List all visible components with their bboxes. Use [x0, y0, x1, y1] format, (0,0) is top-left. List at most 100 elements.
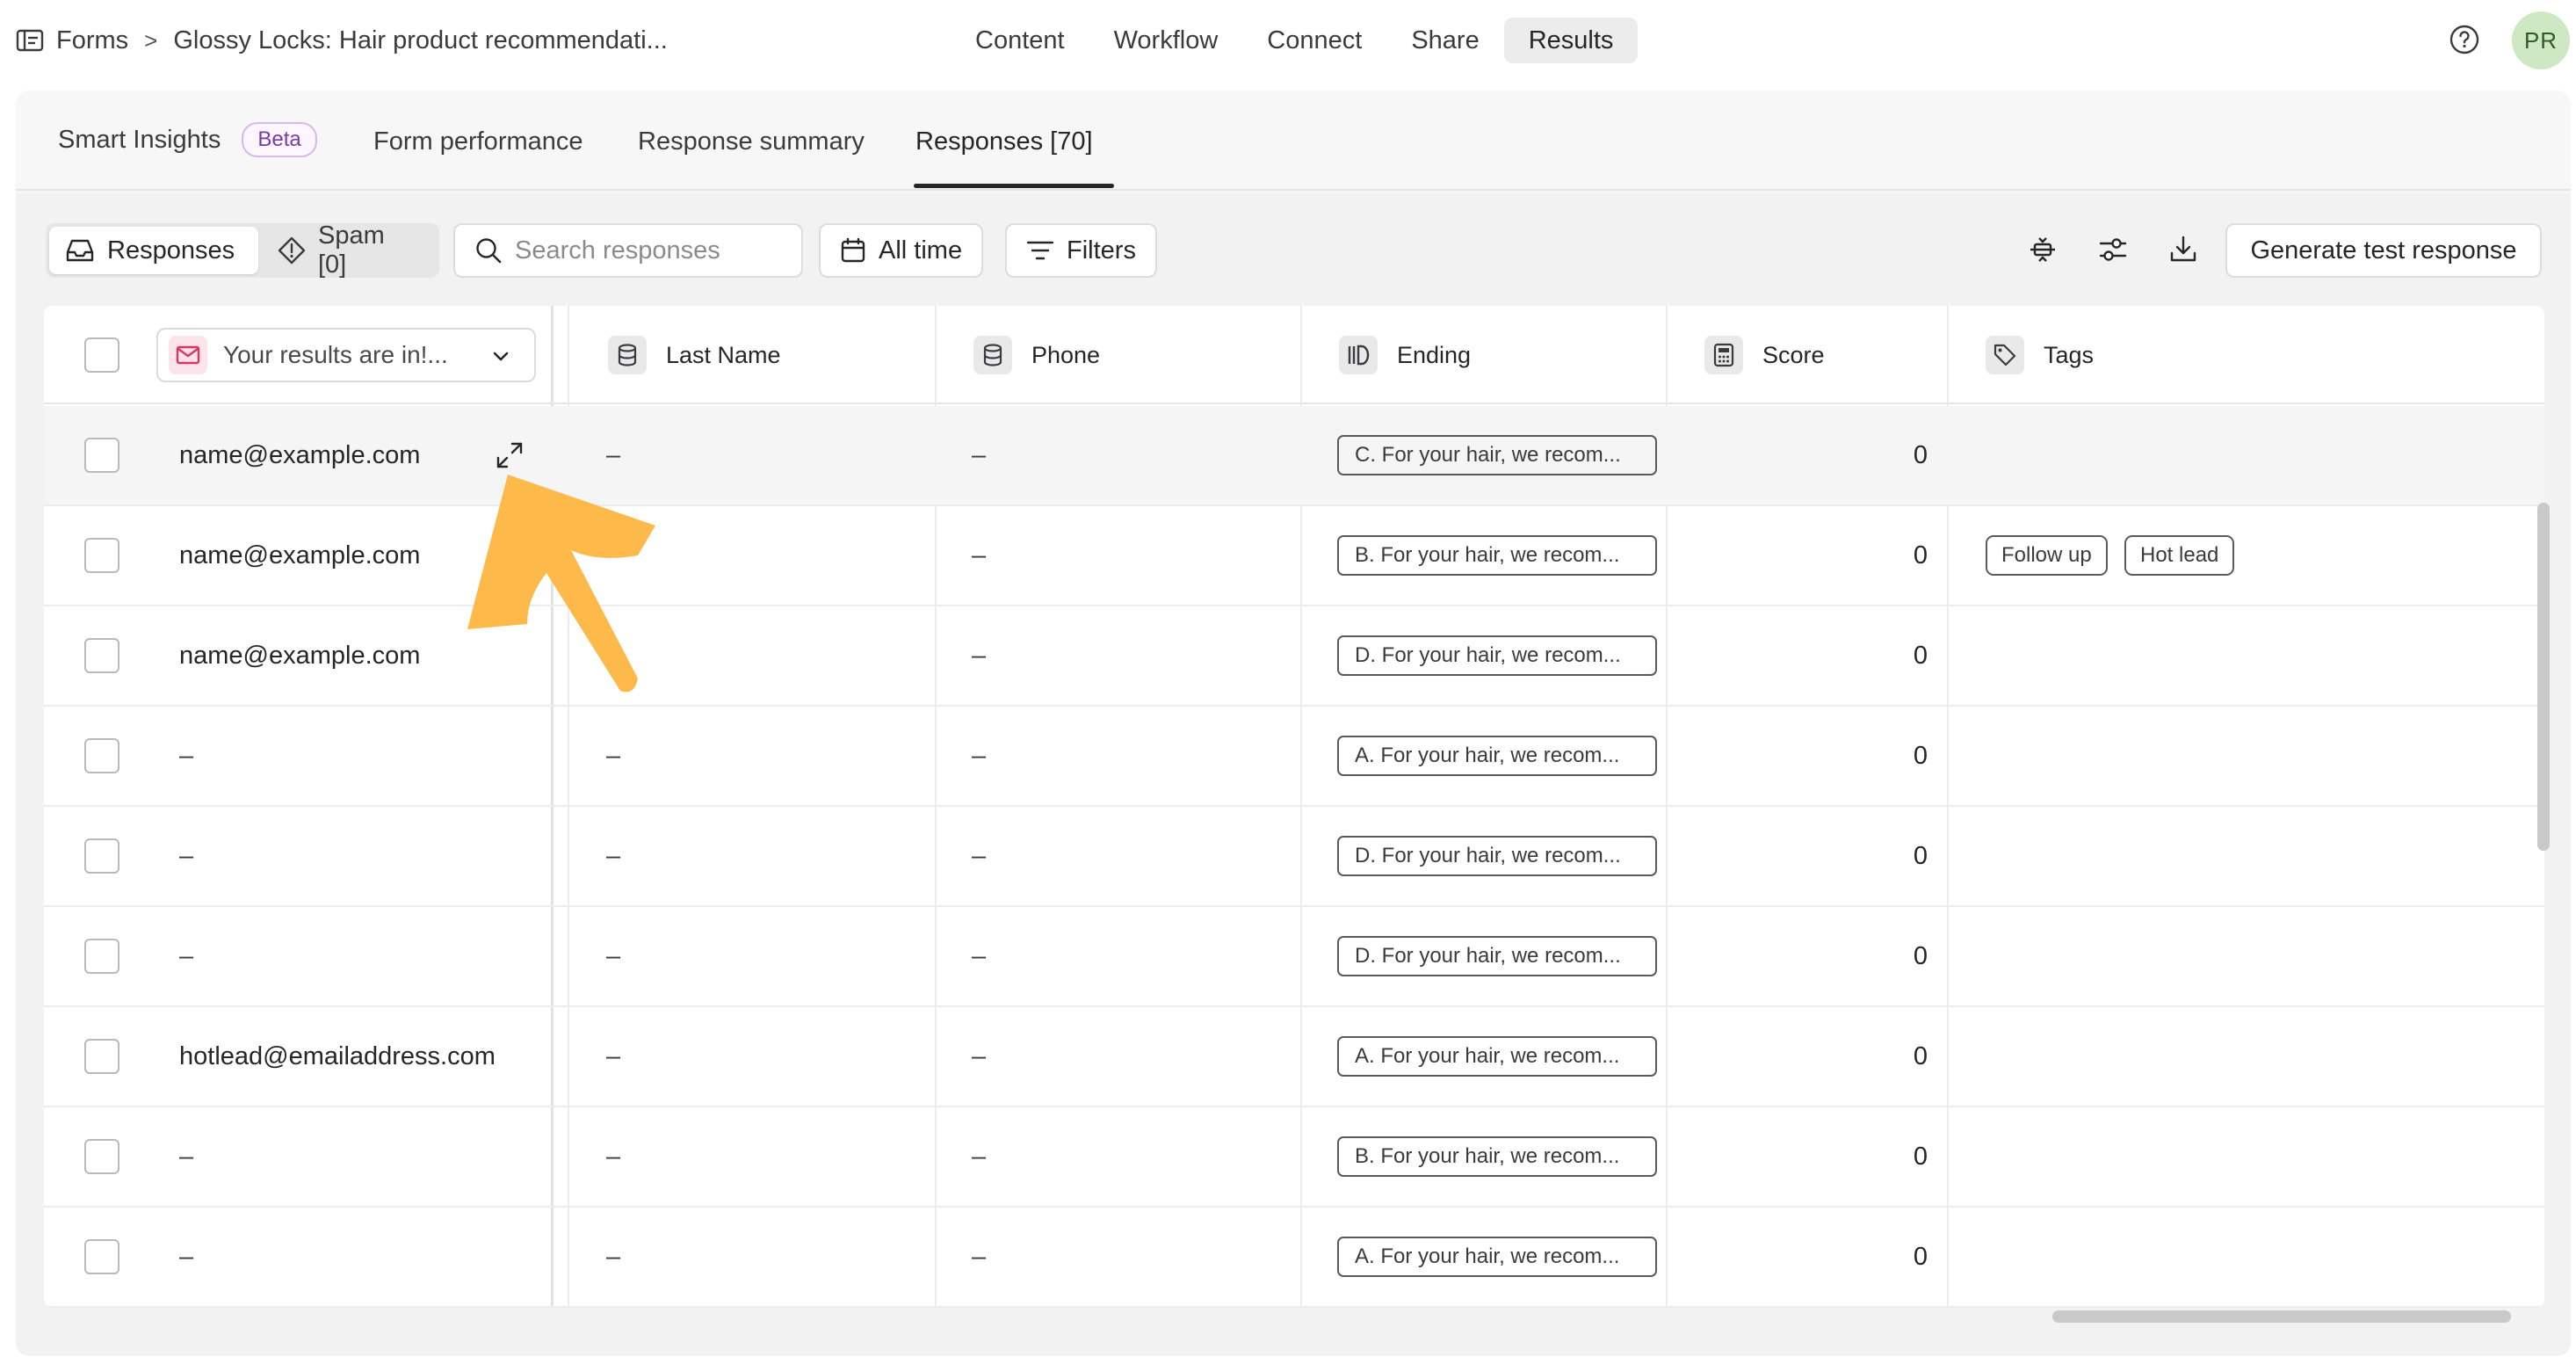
- table-row[interactable]: – – – A. For your hair, we recom... 0: [44, 1208, 2544, 1308]
- nav-results[interactable]: Results: [1503, 18, 1639, 63]
- avatar[interactable]: PR: [2512, 11, 2570, 69]
- tags-header-label: Tags: [2044, 341, 2095, 368]
- row-ending-pill[interactable]: D. For your hair, we recom...: [1337, 635, 1657, 676]
- date-range-button[interactable]: All time: [819, 223, 984, 278]
- date-range-label: All time: [879, 236, 963, 265]
- row-last-name: –: [606, 1242, 621, 1271]
- row-checkbox[interactable]: [84, 1039, 119, 1074]
- column-header-last-name[interactable]: Last Name: [608, 306, 781, 404]
- column-header-tags[interactable]: Tags: [1986, 306, 2094, 404]
- row-ending-pill[interactable]: A. For your hair, we recom...: [1337, 736, 1657, 776]
- filters-button[interactable]: Filters: [1005, 223, 1157, 278]
- nav-share[interactable]: Share: [1386, 18, 1503, 63]
- breadcrumb-form-title[interactable]: Glossy Locks: Hair product recommendati.…: [173, 26, 667, 55]
- table-row[interactable]: name@example.com – – B. For your hair, w…: [44, 506, 2544, 606]
- breadcrumb-forms[interactable]: Forms: [56, 26, 128, 55]
- nav-workflow[interactable]: Workflow: [1089, 18, 1243, 63]
- table-row[interactable]: name@example.com – – D. For your hair, w…: [44, 606, 2544, 707]
- column-header-score[interactable]: Score: [1704, 306, 1825, 404]
- spam-filter-button[interactable]: Spam [0]: [262, 221, 436, 279]
- row-ending-pill[interactable]: D. For your hair, we recom...: [1337, 836, 1657, 876]
- row-phone: –: [972, 741, 987, 770]
- table-row[interactable]: – – – D. For your hair, we recom... 0: [44, 807, 2544, 907]
- row-ending-pill[interactable]: A. For your hair, we recom...: [1337, 1237, 1657, 1277]
- expand-icon[interactable]: [494, 439, 525, 471]
- nav-content[interactable]: Content: [951, 18, 1089, 63]
- row-ending-pill[interactable]: B. For your hair, we recom...: [1337, 1136, 1657, 1177]
- row-phone: –: [972, 841, 987, 870]
- row-phone: –: [972, 941, 987, 970]
- search-box: [453, 223, 803, 278]
- row-phone: –: [972, 1041, 987, 1070]
- vertical-scrollbar[interactable]: [2537, 503, 2550, 851]
- row-score: 0: [1913, 741, 1928, 770]
- breadcrumb: Forms > Glossy Locks: Hair product recom…: [16, 23, 668, 58]
- filters-label: Filters: [1067, 236, 1136, 265]
- score-header-label: Score: [1762, 341, 1825, 368]
- database-icon: [608, 336, 647, 374]
- breadcrumb-separator: >: [144, 26, 158, 54]
- row-phone: –: [972, 541, 987, 570]
- row-email: –: [179, 1142, 194, 1171]
- spam-warning-icon: [278, 236, 306, 265]
- filter-icon: [1026, 241, 1054, 260]
- column-header-ending[interactable]: Ending: [1339, 306, 1471, 404]
- phone-header-label: Phone: [1031, 341, 1101, 368]
- table-row[interactable]: – – – B. For your hair, we recom... 0: [44, 1107, 2544, 1208]
- tag-follow-up[interactable]: Follow up: [1986, 535, 2108, 576]
- responses-filter-button[interactable]: Responses: [49, 227, 258, 274]
- table-row[interactable]: – – – A. For your hair, we recom... 0: [44, 707, 2544, 807]
- row-ending-pill[interactable]: A. For your hair, we recom...: [1337, 1036, 1657, 1077]
- row-ending-pill[interactable]: B. For your hair, we recom...: [1337, 535, 1657, 576]
- tag-icon: [1986, 336, 2024, 374]
- table-row[interactable]: – – – D. For your hair, we recom... 0: [44, 907, 2544, 1007]
- select-all-checkbox[interactable]: [84, 337, 119, 373]
- row-checkbox[interactable]: [84, 838, 119, 874]
- column-settings-icon[interactable]: [2095, 232, 2131, 267]
- row-email: name@example.com: [179, 440, 421, 469]
- row-score: 0: [1913, 641, 1928, 670]
- email-question-select[interactable]: Your results are in!...: [156, 328, 536, 382]
- row-score: 0: [1913, 1041, 1928, 1070]
- tab-response-summary[interactable]: Response summary: [638, 127, 865, 156]
- tag-hot-lead[interactable]: Hot lead: [2124, 535, 2235, 576]
- responses-spam-toggle: Responses Spam [0]: [46, 221, 439, 279]
- table-row[interactable]: hotlead@emailaddress.com – – A. For your…: [44, 1007, 2544, 1107]
- responses-table: Your results are in!... Last Name Phone: [44, 306, 2544, 1308]
- horizontal-scrollbar[interactable]: [2052, 1310, 2511, 1323]
- table-row[interactable]: name@example.com – – C. For your hair, w…: [44, 406, 2544, 506]
- tab-smart-insights[interactable]: Smart Insights Beta: [58, 122, 317, 157]
- help-icon[interactable]: [2449, 24, 2480, 55]
- calendar-icon: [841, 237, 865, 263]
- table-header: Your results are in!... Last Name Phone: [44, 306, 2544, 404]
- tab-responses[interactable]: Responses [70]: [915, 127, 1093, 156]
- row-checkbox[interactable]: [84, 538, 119, 573]
- row-score: 0: [1913, 440, 1928, 469]
- row-score: 0: [1913, 841, 1928, 870]
- tab-form-performance[interactable]: Form performance: [373, 127, 583, 156]
- row-phone: –: [972, 1242, 987, 1271]
- ending-header-label: Ending: [1397, 341, 1472, 368]
- row-ending-pill[interactable]: D. For your hair, we recom...: [1337, 936, 1657, 976]
- responses-filter-label: Responses: [107, 236, 235, 265]
- active-tab-indicator: [914, 184, 1114, 188]
- row-checkbox[interactable]: [84, 738, 119, 773]
- row-score: 0: [1913, 541, 1928, 570]
- row-ending-pill[interactable]: C. For your hair, we recom...: [1337, 435, 1657, 475]
- row-checkbox[interactable]: [84, 1239, 119, 1274]
- email-icon: [169, 336, 207, 374]
- download-icon[interactable]: [2166, 232, 2201, 267]
- top-nav: Content Workflow Connect Share Results: [951, 18, 1639, 63]
- search-input[interactable]: [515, 236, 778, 265]
- row-checkbox[interactable]: [84, 1139, 119, 1174]
- column-header-phone[interactable]: Phone: [973, 306, 1100, 404]
- search-icon: [476, 238, 502, 264]
- row-checkbox[interactable]: [84, 939, 119, 974]
- row-score: 0: [1913, 1142, 1928, 1171]
- row-score: 0: [1913, 1242, 1928, 1271]
- row-checkbox[interactable]: [84, 638, 119, 673]
- row-height-icon[interactable]: [2025, 232, 2060, 267]
- generate-test-response-button[interactable]: Generate test response: [2225, 223, 2542, 278]
- row-checkbox[interactable]: [84, 438, 119, 473]
- nav-connect[interactable]: Connect: [1242, 18, 1386, 63]
